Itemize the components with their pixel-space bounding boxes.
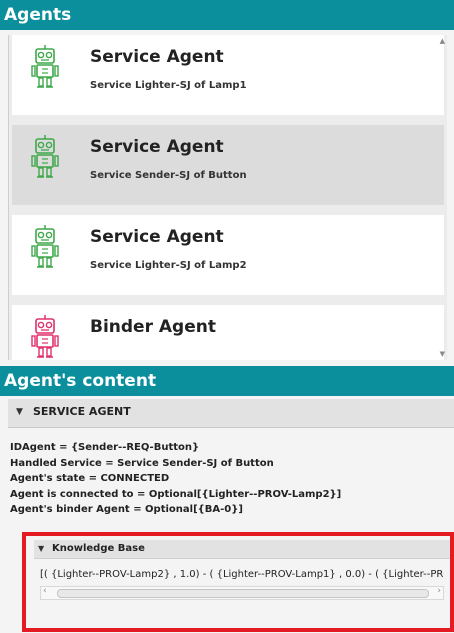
- robot-icon: [31, 225, 59, 268]
- section-title: SERVICE AGENT: [33, 405, 131, 418]
- agent-content-area: ▼ SERVICE AGENT IDAgent = {Sender--REQ-B…: [8, 396, 454, 633]
- agent-card-2[interactable]: Service Agent Service Lighter-SJ of Lamp…: [12, 215, 444, 295]
- knowledge-base-title: Knowledge Base: [52, 543, 145, 554]
- horizontal-scrollbar[interactable]: ‹ ›: [40, 586, 444, 600]
- detail-id-agent: IDAgent = {Sender--REQ-Button}: [10, 442, 200, 453]
- agent-name: Service Agent: [90, 47, 224, 67]
- agents-list[interactable]: Service Agent Service Lighter-SJ of Lamp…: [8, 35, 447, 360]
- triangle-down-icon[interactable]: ▼: [38, 544, 44, 553]
- detail-agent-state: Agent's state = CONNECTED: [10, 473, 170, 484]
- agent-card-0[interactable]: Service Agent Service Lighter-SJ of Lamp…: [12, 35, 444, 115]
- robot-icon: [31, 315, 59, 358]
- scroll-down-arrow-icon[interactable]: ▼: [440, 350, 445, 358]
- agent-name: Service Agent: [90, 137, 224, 157]
- content-panel-title: Agent's content: [4, 371, 157, 391]
- service-agent-section-header[interactable]: ▼ SERVICE AGENT: [8, 399, 454, 428]
- detail-connected-to: Agent is connected to = Optional[{Lighte…: [10, 488, 342, 500]
- agent-details: IDAgent = {Sender--REQ-Button} Handled S…: [10, 442, 341, 520]
- knowledge-base-header[interactable]: ▼ Knowledge Base: [34, 540, 450, 559]
- agent-name: Service Agent: [90, 227, 224, 247]
- agents-panel-title: Agents: [4, 5, 72, 25]
- detail-handled-service: Handled Service = Service Sender-SJ of B…: [10, 457, 274, 469]
- scrollbar-thumb[interactable]: [57, 589, 429, 598]
- agent-service: Service Lighter-SJ of Lamp2: [90, 260, 247, 271]
- scroll-left-icon[interactable]: ‹: [43, 586, 47, 596]
- content-panel-header: Agent's content: [0, 366, 454, 396]
- scroll-up-arrow-icon[interactable]: ▲: [440, 37, 445, 45]
- knowledge-base-value: [( {Lighter--PROV-Lamp2} , 1.0) - ( {Lig…: [40, 569, 444, 580]
- knowledge-base-highlight: ▼ Knowledge Base [( {Lighter--PROV-Lamp2…: [22, 532, 454, 632]
- agent-name: Binder Agent: [90, 317, 216, 337]
- robot-icon: [31, 45, 59, 88]
- agent-service: Service Sender-SJ of Button: [90, 170, 247, 181]
- robot-icon: [31, 135, 59, 178]
- agent-card-1[interactable]: Service Agent Service Sender-SJ of Butto…: [12, 125, 444, 205]
- triangle-down-icon[interactable]: ▼: [16, 407, 23, 417]
- agents-panel-header: Agents: [0, 0, 454, 30]
- scroll-right-icon[interactable]: ›: [437, 586, 441, 596]
- agent-card-3[interactable]: Binder Agent: [12, 305, 444, 360]
- agent-service: Service Lighter-SJ of Lamp1: [90, 80, 247, 91]
- detail-binder-agent: Agent's binder Agent = Optional[{BA-0}]: [10, 504, 243, 515]
